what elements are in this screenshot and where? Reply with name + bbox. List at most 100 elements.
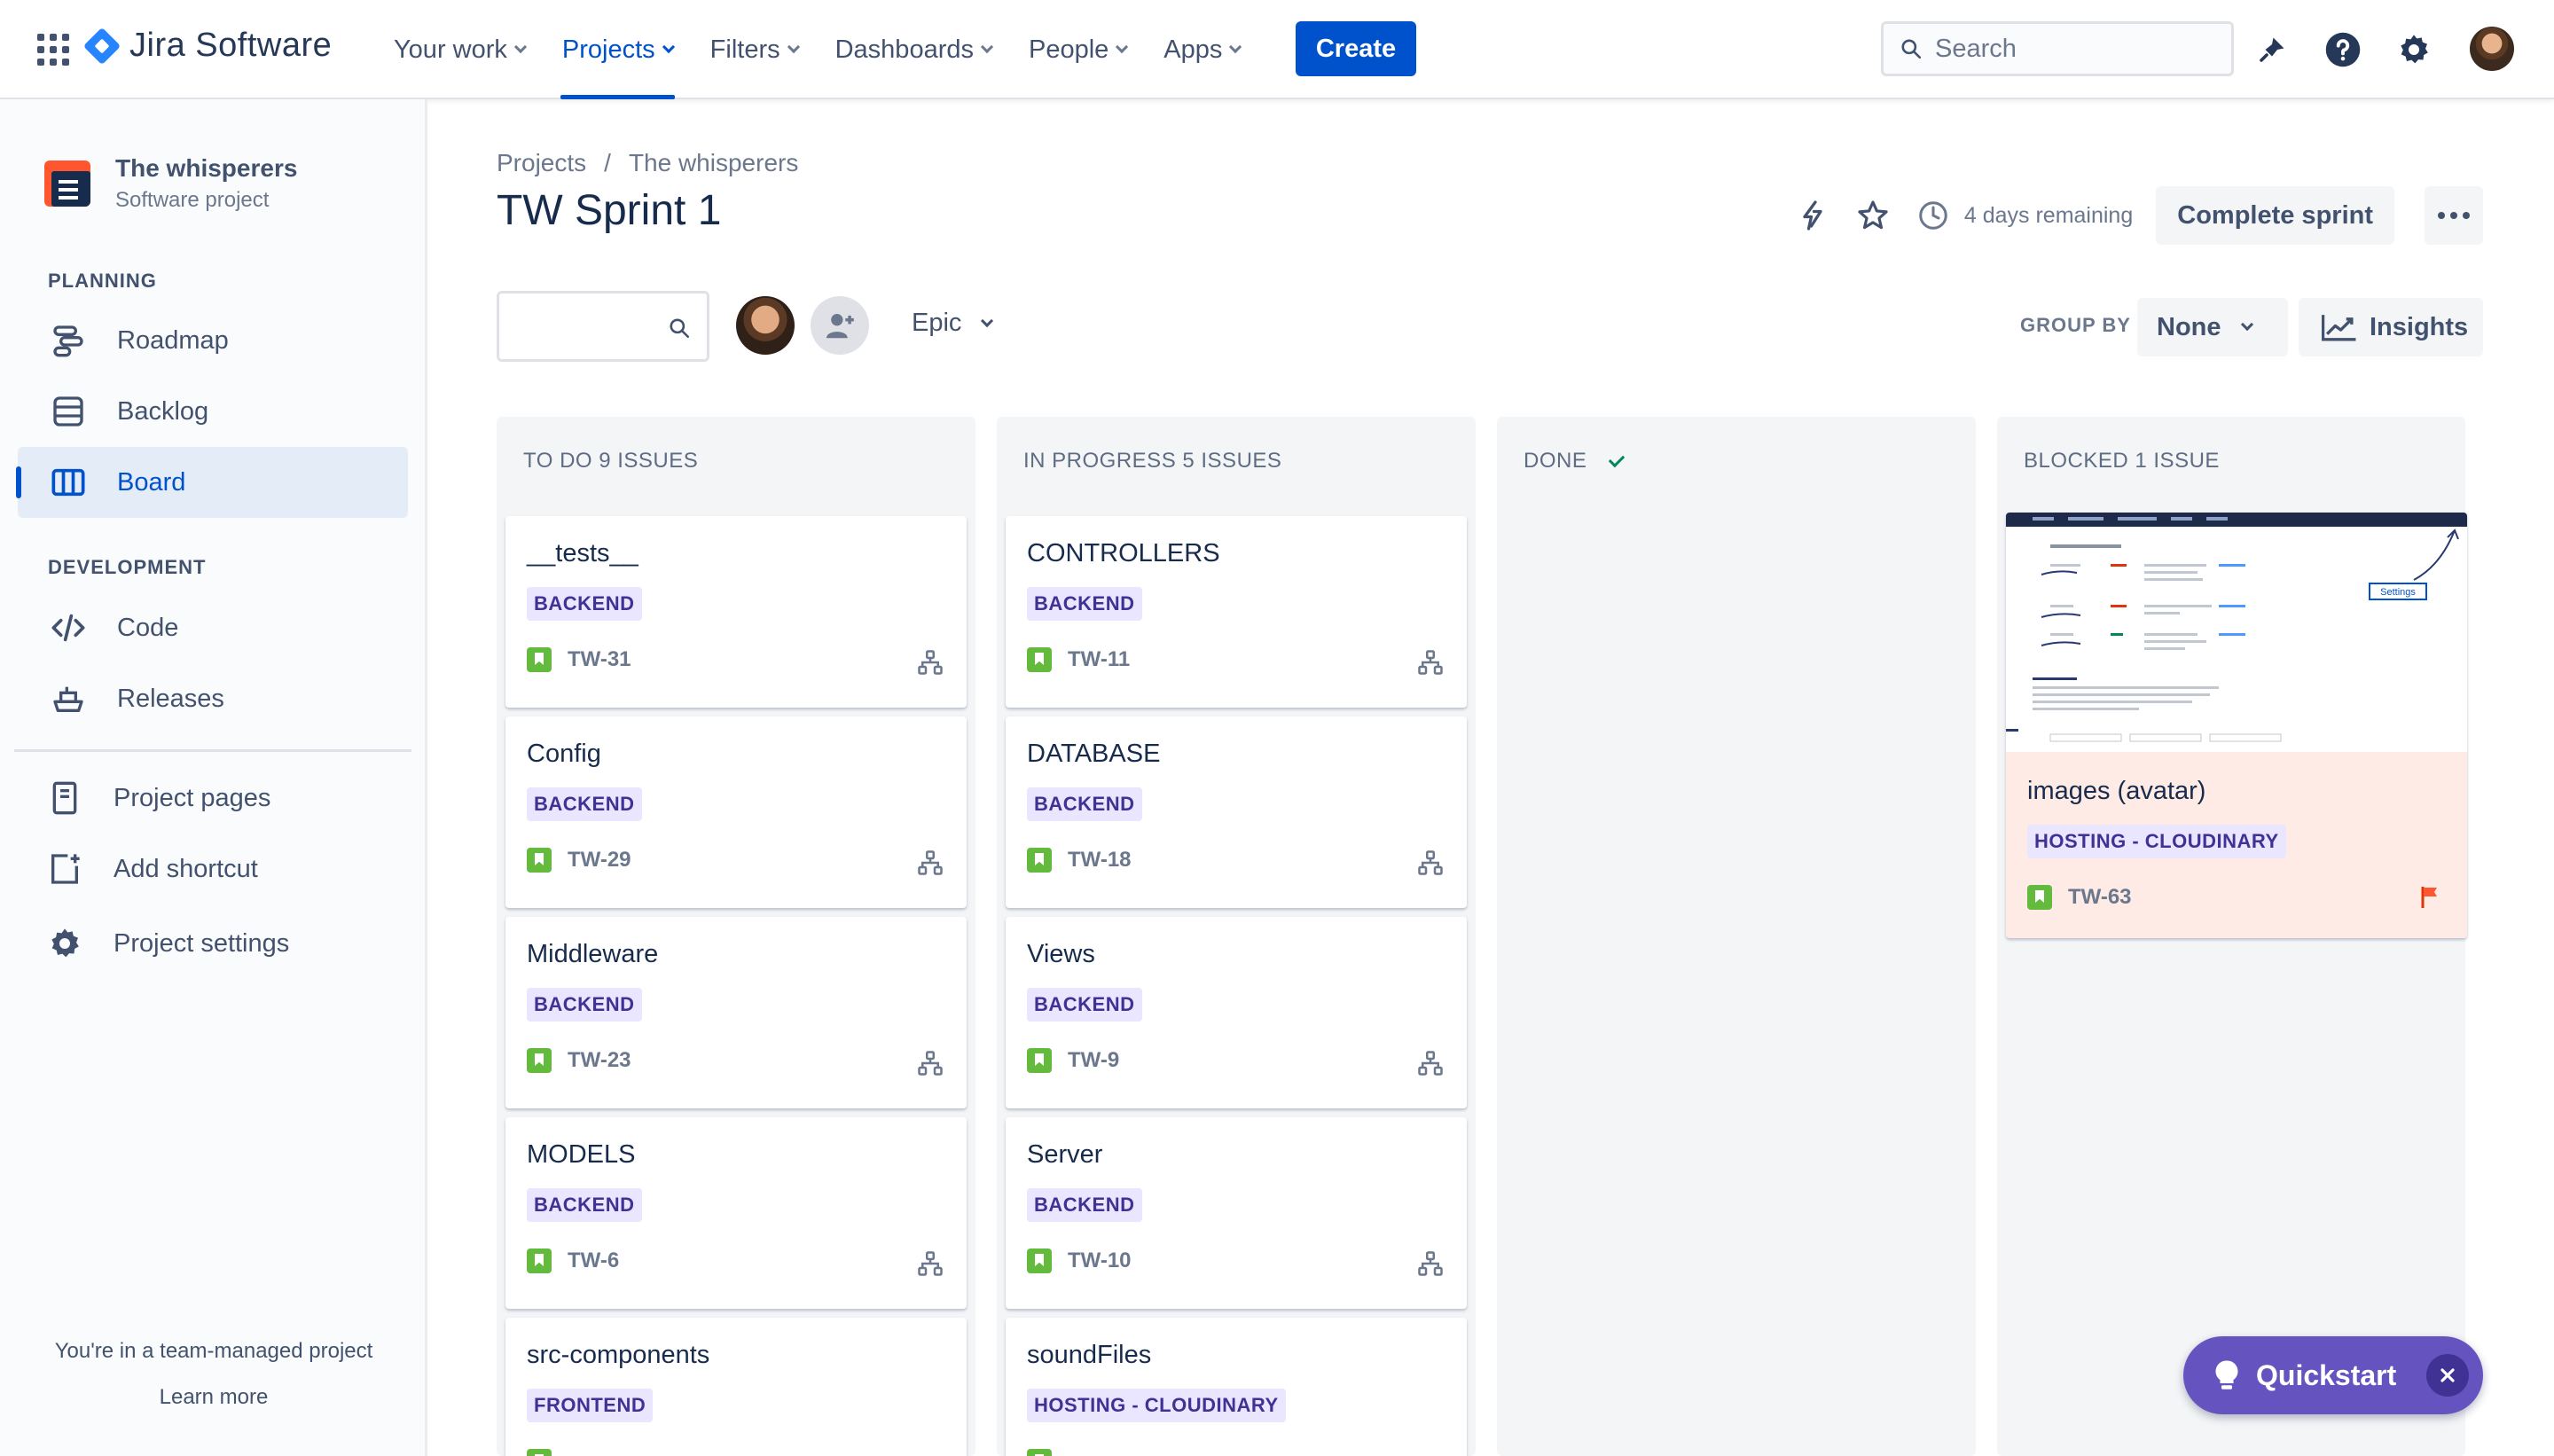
planning-section-label: PLANNING	[48, 270, 157, 292]
column-blocked: BLOCKED 1 ISSUE Settings images (avatar)…	[1997, 417, 2467, 1456]
primary-nav: Your work Projects Filters Dashboards Pe…	[380, 0, 1263, 99]
epic-badge: HOSTING - CLOUDINARY	[2027, 825, 2286, 858]
sidebar-item-label: Add shortcut	[114, 854, 258, 883]
more-actions-button[interactable]	[2425, 186, 2483, 245]
backlog-icon	[50, 393, 87, 430]
user-avatar[interactable]	[2470, 27, 2514, 71]
story-icon	[527, 1048, 552, 1073]
child-issues-icon[interactable]	[1417, 649, 1444, 676]
nav-dashboards-label: Dashboards	[834, 35, 974, 64]
sidebar-item-roadmap[interactable]: Roadmap	[18, 305, 408, 376]
story-icon	[1027, 1449, 1052, 1456]
screenshot-thumbnail: Settings	[2006, 513, 2467, 752]
card-title: CONTROLLERS	[1027, 539, 1220, 568]
issue-card[interactable]: src-components FRONTEND	[505, 1318, 967, 1456]
days-remaining: 4 days remaining	[1963, 202, 2134, 228]
board-search[interactable]	[497, 291, 709, 362]
help-icon[interactable]	[2323, 30, 2362, 69]
issue-card[interactable]: Views BACKEND TW-9	[1006, 917, 1467, 1108]
project-header[interactable]: The whisperers Software project	[44, 154, 297, 213]
card-cover-image: Settings	[2006, 513, 2467, 752]
nav-your-work-label: Your work	[394, 35, 507, 64]
search-input[interactable]	[1935, 34, 2201, 64]
issue-card[interactable]: DATABASE BACKEND TW-18	[1006, 716, 1467, 908]
column-header: IN PROGRESS 5 ISSUES	[1023, 449, 1282, 473]
sidebar-item-backlog[interactable]: Backlog	[18, 376, 408, 447]
create-button[interactable]: Create	[1296, 21, 1416, 76]
group-by-select[interactable]: None	[2137, 298, 2288, 356]
roadmap-icon	[50, 322, 87, 359]
issue-card[interactable]: soundFiles HOSTING - CLOUDINARY	[1006, 1318, 1467, 1456]
automation-icon[interactable]	[1790, 193, 1835, 238]
sidebar-item-board[interactable]: Board	[16, 447, 408, 518]
child-issues-icon[interactable]	[917, 1250, 944, 1277]
jira-logo[interactable]: Jira Software	[82, 27, 332, 65]
notifications-icon[interactable]	[2252, 30, 2292, 69]
thumbnail-settings-label: Settings	[2380, 587, 2416, 598]
child-issues-icon[interactable]	[917, 849, 944, 876]
issue-card-flagged[interactable]: Settings images (avatar) HOSTING - CLOUD…	[2006, 513, 2467, 938]
breadcrumb-separator: /	[604, 149, 611, 176]
sidebar-item-add-shortcut[interactable]: Add shortcut	[18, 834, 408, 904]
nav-dashboards[interactable]: Dashboards	[821, 0, 1006, 99]
star-icon[interactable]	[1851, 193, 1895, 238]
global-search[interactable]	[1881, 21, 2234, 76]
chevron-down-icon	[662, 40, 675, 54]
settings-gear-icon[interactable]	[2394, 30, 2433, 69]
sidebar-item-code[interactable]: Code	[18, 592, 408, 663]
issue-card[interactable]: MODELS BACKEND TW-6	[505, 1117, 967, 1309]
epic-badge: BACKEND	[527, 988, 642, 1022]
complete-sprint-button[interactable]: Complete sprint	[2156, 186, 2394, 245]
epic-filter-label: Epic	[912, 309, 962, 337]
nav-filters[interactable]: Filters	[696, 0, 812, 99]
breadcrumb-projects[interactable]: Projects	[497, 149, 586, 177]
issue-card[interactable]: Server BACKEND TW-10	[1006, 1117, 1467, 1309]
column-done: DONE	[1497, 417, 1976, 1456]
lightbulb-icon	[2215, 1360, 2238, 1389]
team-managed-note: You're in a team-managed project	[54, 1339, 373, 1363]
epic-badge: BACKEND	[527, 1188, 642, 1222]
add-people-icon[interactable]	[811, 296, 869, 355]
child-issues-icon[interactable]	[1417, 1050, 1444, 1076]
sidebar-item-releases[interactable]: Releases	[18, 663, 408, 734]
child-issues-icon[interactable]	[1417, 849, 1444, 876]
nav-projects[interactable]: Projects	[548, 0, 687, 99]
page-title: TW Sprint 1	[497, 187, 722, 234]
sidebar-item-label: Releases	[117, 684, 224, 713]
jira-diamond-icon	[82, 27, 121, 65]
epic-badge: BACKEND	[527, 587, 642, 621]
nav-your-work[interactable]: Your work	[380, 0, 539, 99]
sidebar-item-label: Code	[117, 613, 179, 642]
project-type: Software project	[115, 188, 270, 212]
quickstart-button[interactable]: Quickstart	[2183, 1336, 2483, 1414]
sidebar-item-project-settings[interactable]: Project settings	[18, 908, 408, 979]
epic-badge: BACKEND	[1027, 587, 1142, 621]
issue-card[interactable]: Middleware BACKEND TW-23	[505, 917, 967, 1108]
insights-label: Insights	[2370, 312, 2469, 341]
story-icon	[527, 1249, 552, 1273]
insights-button[interactable]: Insights	[2299, 298, 2483, 356]
breadcrumb-project[interactable]: The whisperers	[629, 149, 798, 177]
epic-filter[interactable]: Epic	[912, 309, 994, 338]
issue-card[interactable]: CONTROLLERS BACKEND TW-11	[1006, 516, 1467, 708]
group-by-value: None	[2157, 312, 2221, 341]
issue-card[interactable]: __tests__ BACKEND TW-31	[505, 516, 967, 708]
child-issues-icon[interactable]	[917, 649, 944, 676]
assignee-avatar-filter[interactable]	[736, 296, 795, 355]
app-switcher-icon[interactable]	[37, 34, 69, 66]
close-icon[interactable]	[2426, 1354, 2469, 1397]
issue-card[interactable]: Config BACKEND TW-29	[505, 716, 967, 908]
sidebar-item-project-pages[interactable]: Project pages	[18, 763, 408, 834]
learn-more-link[interactable]: Learn more	[0, 1385, 427, 1410]
story-icon	[2027, 885, 2052, 910]
issue-key: TW-18	[1068, 848, 1132, 872]
issue-key: TW-9	[1068, 1048, 1120, 1072]
nav-apps[interactable]: Apps	[1149, 0, 1254, 99]
nav-people[interactable]: People	[1015, 0, 1140, 99]
sidebar-item-label: Project settings	[114, 928, 290, 958]
chevron-down-icon	[1229, 40, 1242, 54]
child-issues-icon[interactable]	[917, 1050, 944, 1076]
sidebar-item-label: Board	[117, 467, 186, 497]
board-search-input[interactable]	[512, 309, 662, 345]
child-issues-icon[interactable]	[1417, 1250, 1444, 1277]
